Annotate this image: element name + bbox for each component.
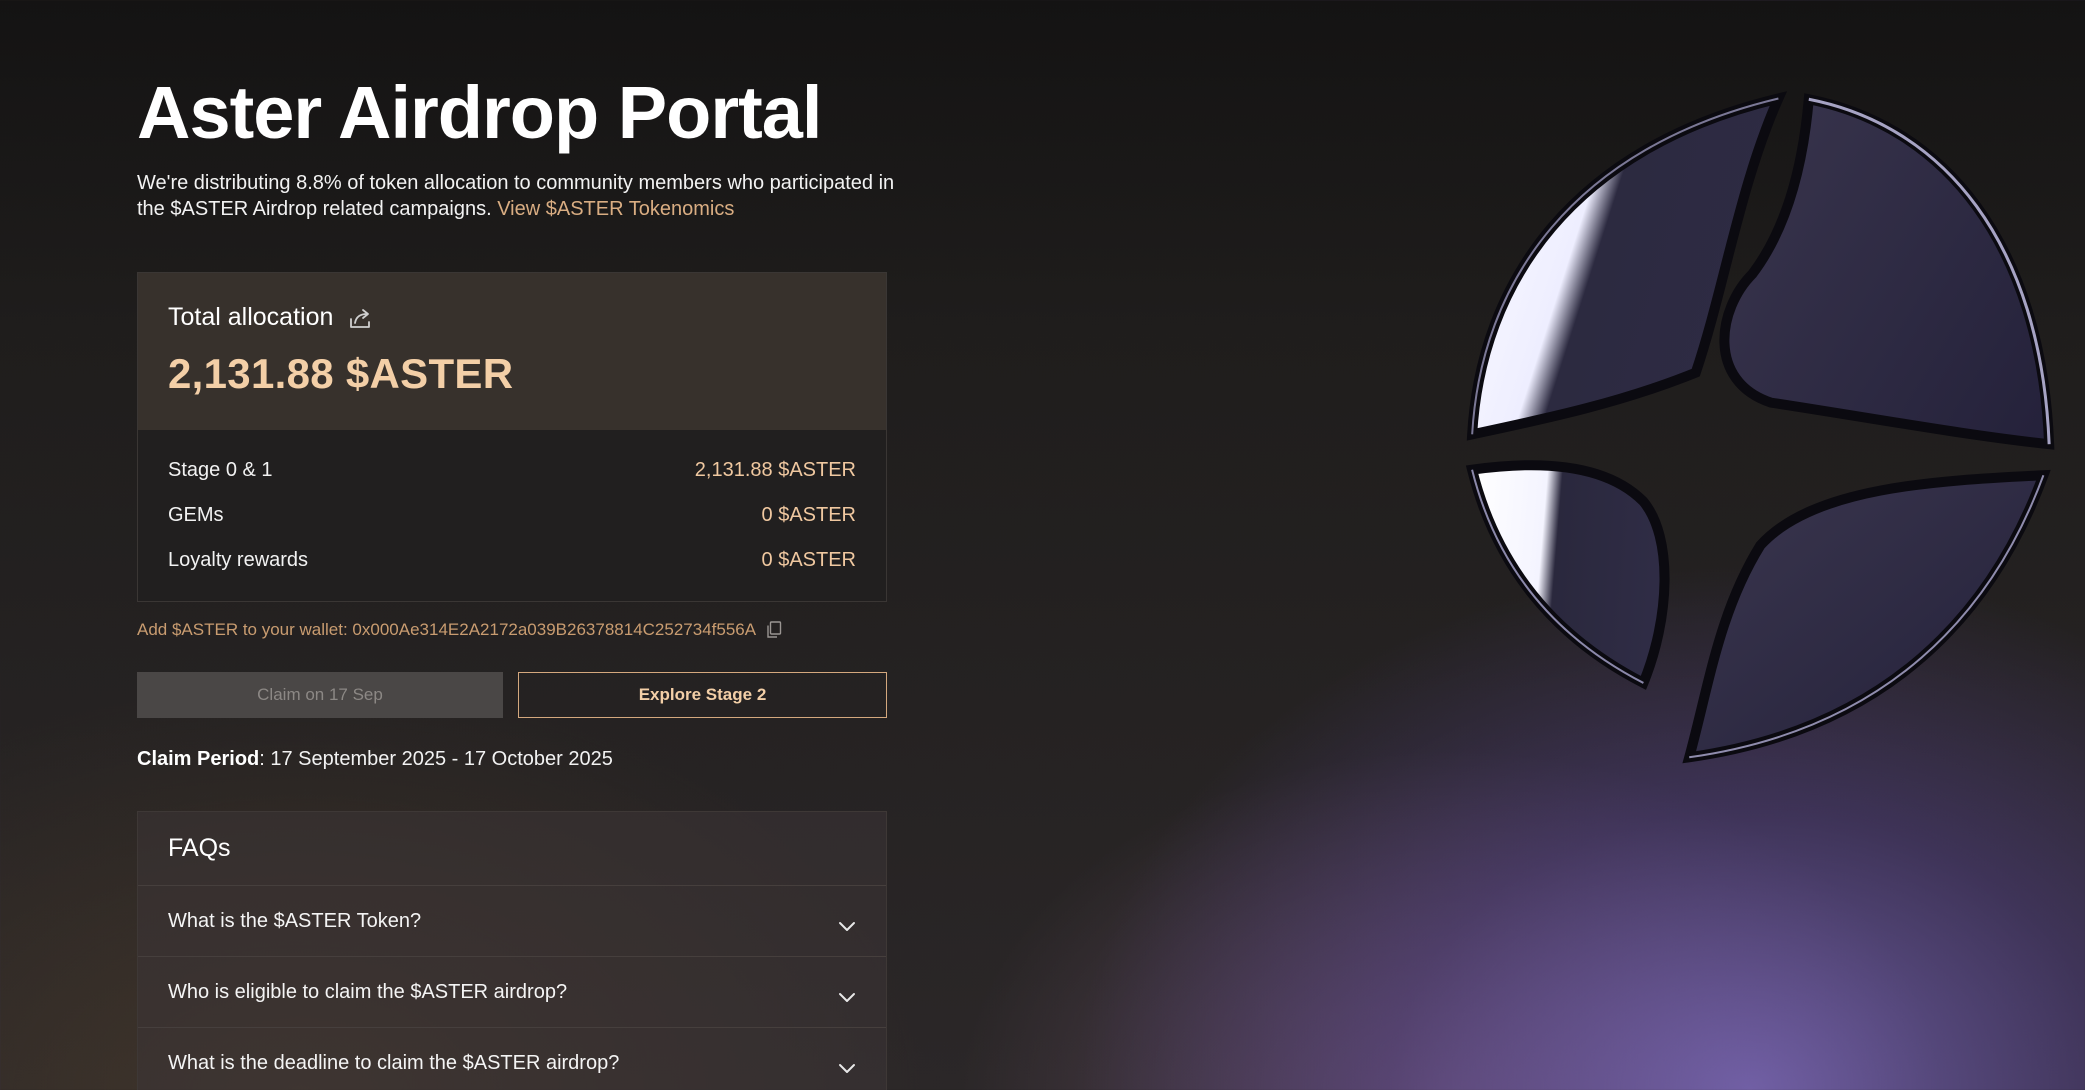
faq-item[interactable]: Who is eligible to claim the $ASTER aird… (138, 957, 886, 1028)
faq-item[interactable]: What is the deadline to claim the $ASTER… (138, 1028, 886, 1090)
allocation-total: 2,131.88 $ASTER (168, 350, 514, 397)
faq-question: What is the deadline to claim the $ASTER… (168, 1051, 620, 1074)
row-label: GEMs (168, 504, 224, 526)
tokenomics-link[interactable]: View $ASTER Tokenomics (497, 198, 734, 220)
page-title: Aster Airdrop Portal (137, 71, 822, 154)
chevron-down-icon (838, 1057, 856, 1073)
allocation-label: Total allocation (168, 303, 334, 331)
faq-title: FAQs (138, 812, 886, 886)
copy-icon[interactable] (766, 621, 782, 639)
action-buttons: Claim on 17 Sep Explore Stage 2 (137, 672, 887, 718)
allocation-card: Total allocation 2,131.88 $ASTER Stage 0… (137, 272, 887, 602)
row-label: Loyalty rewards (168, 549, 309, 571)
intro-text: We're distributing 8.8% of token allocat… (137, 170, 897, 222)
claim-period: Claim Period: 17 September 2025 - 17 Oct… (137, 748, 887, 771)
allocation-label-row: Total allocation (168, 303, 856, 332)
chevron-down-icon (838, 986, 856, 1002)
aster-logo (1445, 85, 2065, 785)
row-label: Stage 0 & 1 (168, 459, 273, 481)
faq-section: FAQs What is the $ASTER Token? Who is el… (137, 811, 887, 1090)
allocation-row-stage: Stage 0 & 1 2,131.88 $ASTER (168, 448, 856, 493)
faq-item[interactable]: What is the $ASTER Token? (138, 886, 886, 957)
wallet-address-text: Add $ASTER to your wallet: 0x000Ae314E2A… (137, 620, 757, 639)
explore-stage-2-button[interactable]: Explore Stage 2 (518, 672, 887, 718)
claim-period-label: Claim Period (137, 748, 260, 770)
row-value: 0 $ASTER (761, 549, 856, 571)
claim-button[interactable]: Claim on 17 Sep (137, 672, 503, 718)
row-value: 0 $ASTER (761, 504, 856, 526)
chevron-down-icon (838, 915, 856, 931)
share-icon[interactable] (347, 305, 373, 331)
faq-question: Who is eligible to claim the $ASTER aird… (168, 980, 568, 1003)
claim-period-value: : 17 September 2025 - 17 October 2025 (259, 748, 613, 770)
allocation-row-gems: GEMs 0 $ASTER (168, 493, 856, 538)
main-content: Aster Airdrop Portal We're distributing … (137, 71, 894, 1090)
allocation-header: Total allocation 2,131.88 $ASTER (138, 273, 886, 430)
faq-question: What is the $ASTER Token? (168, 909, 422, 932)
allocation-row-loyalty: Loyalty rewards 0 $ASTER (168, 538, 856, 583)
row-value: 2,131.88 $ASTER (694, 459, 856, 481)
wallet-address-row: Add $ASTER to your wallet: 0x000Ae314E2A… (137, 620, 887, 640)
allocation-breakdown: Stage 0 & 1 2,131.88 $ASTER GEMs 0 $ASTE… (138, 430, 886, 601)
